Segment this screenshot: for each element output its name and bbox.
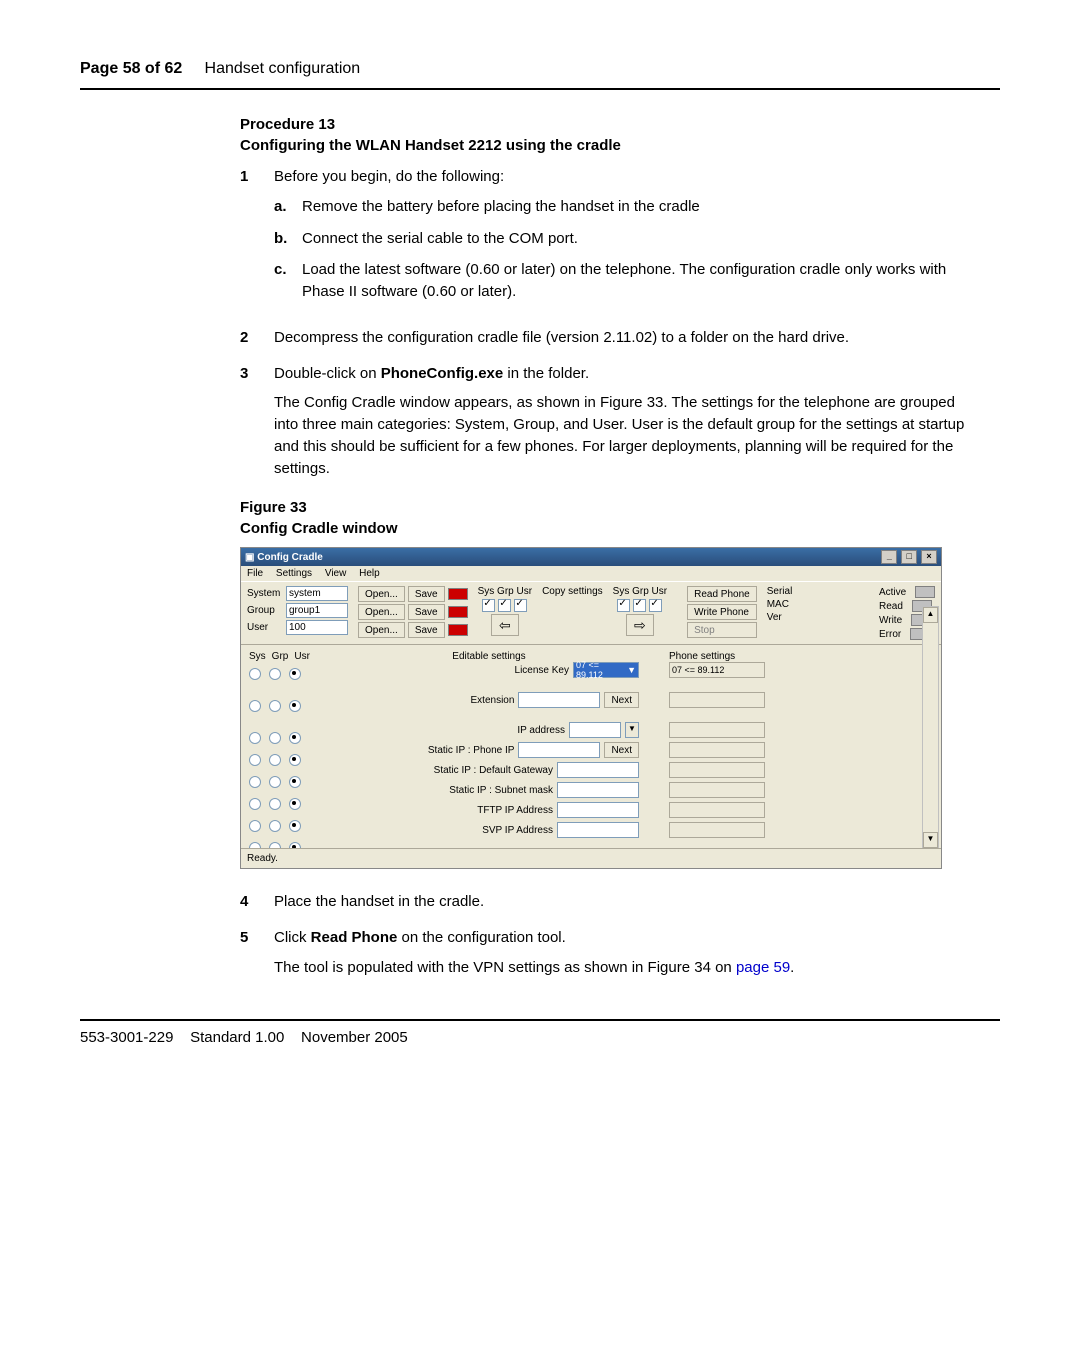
copy-grp-check-2[interactable] [633, 599, 646, 612]
tftp-input[interactable] [557, 802, 639, 818]
phone-ip-input[interactable] [518, 742, 600, 758]
status-bar: Ready. [241, 848, 941, 868]
extension-input[interactable] [518, 692, 600, 708]
toolbar: System Group User Open...Save Open...Sav… [241, 582, 941, 645]
open-user-button[interactable]: Open... [358, 622, 405, 638]
copy-sys-check[interactable] [482, 599, 495, 612]
ip-dropdown[interactable]: ▼ [625, 722, 639, 738]
menu-settings[interactable]: Settings [276, 568, 312, 579]
user-input[interactable] [286, 620, 348, 635]
write-phone-button[interactable]: Write Phone [687, 604, 757, 620]
config-cradle-window: ▣ Config Cradle _ □ × File Settings View… [240, 547, 942, 869]
radio[interactable] [269, 754, 281, 766]
phone-field [669, 822, 765, 838]
phone-field [669, 742, 765, 758]
copy-usr-check-2[interactable] [649, 599, 662, 612]
menu-view[interactable]: View [325, 568, 347, 579]
copy-right-button[interactable]: ⇨ [626, 614, 654, 636]
menubar: File Settings View Help [241, 566, 941, 582]
user-indicator [448, 624, 468, 636]
phone-field [669, 782, 765, 798]
phone-field [669, 722, 765, 738]
main-area: SysGrpUsr Editable settings License Key0… [241, 645, 941, 868]
group-indicator [448, 606, 468, 618]
phone-field [669, 692, 765, 708]
phone-field [669, 802, 765, 818]
step-1: 1 Before you begin, do the following: a.… [240, 166, 980, 313]
radio[interactable] [289, 668, 301, 680]
ip-select[interactable] [569, 722, 621, 738]
phone-field [669, 762, 765, 778]
subnet-input[interactable] [557, 782, 639, 798]
step-2: 2 Decompress the configuration cradle fi… [240, 327, 980, 349]
active-indicator [915, 586, 935, 598]
phone-field: 07 <= 89.112 [669, 662, 765, 678]
procedure-heading: Procedure 13 Configuring the WLAN Handse… [240, 114, 980, 156]
radio[interactable] [269, 700, 281, 712]
copy-grp-check[interactable] [498, 599, 511, 612]
radio[interactable] [249, 776, 261, 788]
radio[interactable] [249, 798, 261, 810]
radio[interactable] [269, 798, 281, 810]
save-user-button[interactable]: Save [408, 622, 445, 638]
open-group-button[interactable]: Open... [358, 604, 405, 620]
open-system-button[interactable]: Open... [358, 586, 405, 602]
stop-button[interactable]: Stop [687, 622, 757, 638]
page-link[interactable]: page 59 [736, 959, 790, 976]
radio[interactable] [289, 732, 301, 744]
minimize-button[interactable]: _ [881, 550, 897, 564]
scrollbar[interactable]: ▲ ▼ [922, 606, 939, 849]
scroll-down-button[interactable]: ▼ [923, 832, 938, 848]
system-indicator [448, 588, 468, 600]
close-button[interactable]: × [921, 550, 937, 564]
radio[interactable] [289, 820, 301, 832]
page-header: Page 58 of 62 Handset configuration [80, 60, 1000, 90]
copy-sys-check-2[interactable] [617, 599, 630, 612]
radio[interactable] [289, 700, 301, 712]
menu-file[interactable]: File [247, 568, 263, 579]
page-number: Page 58 of 62 [80, 60, 182, 77]
titlebar: ▣ Config Cradle _ □ × [241, 548, 941, 566]
scroll-up-button[interactable]: ▲ [923, 607, 938, 623]
radio[interactable] [249, 754, 261, 766]
save-system-button[interactable]: Save [408, 586, 445, 602]
app-icon: ▣ [245, 552, 254, 563]
figure-caption: Figure 33 Config Cradle window [240, 497, 980, 539]
radio[interactable] [249, 820, 261, 832]
radio[interactable] [249, 700, 261, 712]
footer: 553-3001-229 Standard 1.00 November 2005 [80, 1019, 1000, 1046]
content: Procedure 13 Configuring the WLAN Handse… [240, 114, 980, 979]
group-input[interactable] [286, 603, 348, 618]
read-phone-button[interactable]: Read Phone [687, 586, 757, 602]
system-input[interactable] [286, 586, 348, 601]
gateway-input[interactable] [557, 762, 639, 778]
svp-input[interactable] [557, 822, 639, 838]
radio[interactable] [269, 668, 281, 680]
next-button-2[interactable]: Next [604, 742, 639, 758]
radio[interactable] [289, 798, 301, 810]
radio[interactable] [269, 820, 281, 832]
save-group-button[interactable]: Save [408, 604, 445, 620]
section-title: Handset configuration [205, 60, 361, 77]
radio[interactable] [289, 754, 301, 766]
maximize-button[interactable]: □ [901, 550, 917, 564]
copy-left-button[interactable]: ⇦ [491, 614, 519, 636]
radio[interactable] [269, 732, 281, 744]
next-button[interactable]: Next [604, 692, 639, 708]
radio[interactable] [289, 776, 301, 788]
step-3: 3 Double-click on PhoneConfig.exe in the… [240, 363, 980, 480]
copy-usr-check[interactable] [514, 599, 527, 612]
radio[interactable] [269, 776, 281, 788]
radio[interactable] [249, 732, 261, 744]
license-select[interactable]: 07 <= 89.112▼ [573, 662, 639, 678]
radio[interactable] [249, 668, 261, 680]
step-4: 4 Place the handset in the cradle. [240, 891, 980, 913]
step-5: 5 Click Read Phone on the configuration … [240, 927, 980, 979]
menu-help[interactable]: Help [359, 568, 380, 579]
